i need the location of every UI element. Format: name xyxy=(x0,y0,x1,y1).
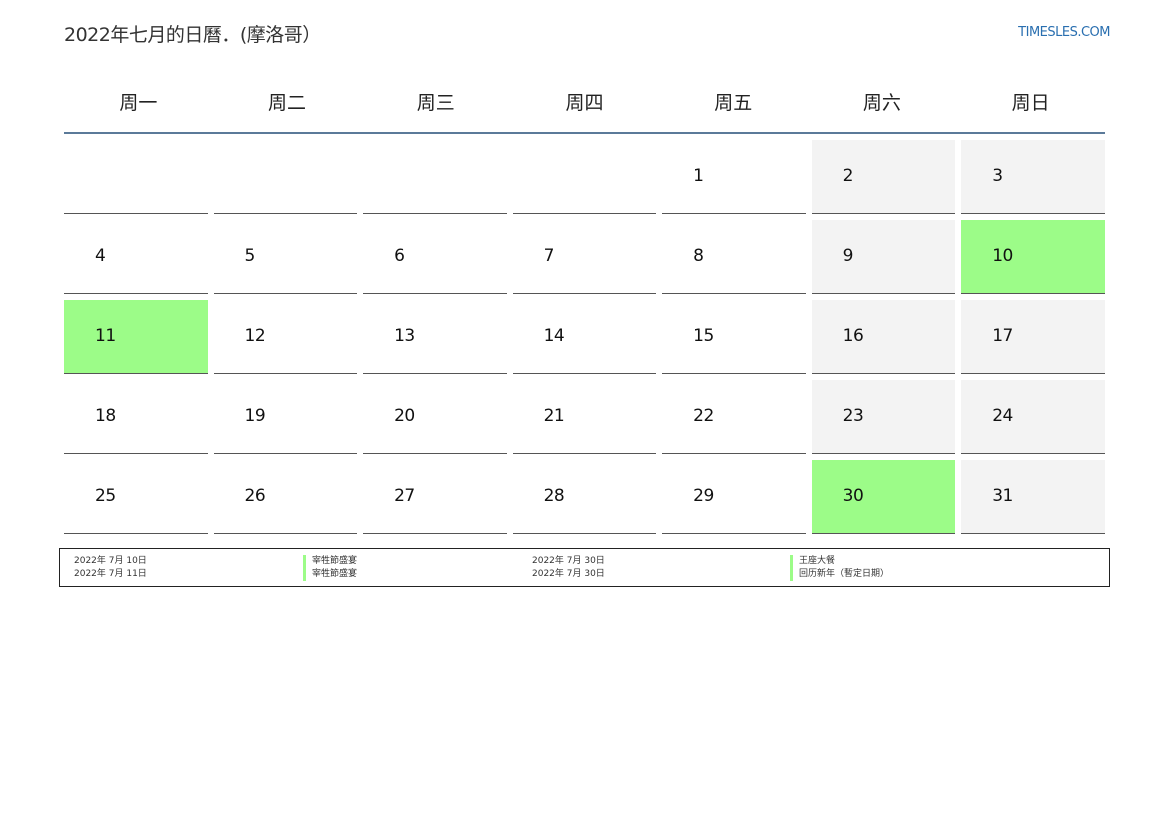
day-number: 8 xyxy=(693,246,704,266)
empty-day-cell xyxy=(512,140,657,214)
weekday-wed: 周三 xyxy=(416,91,455,114)
day-cell[interactable]: 11 xyxy=(64,300,208,374)
day-cell[interactable]: 19 xyxy=(213,380,358,454)
legend-holiday-name: 回历新年（暫定日期） xyxy=(790,568,1109,581)
day-cell[interactable]: 27 xyxy=(363,460,507,534)
weekday-header-row: 周一 周二 周三 周四 周五 周六 周日 xyxy=(64,70,1105,134)
day-cell[interactable]: 5 xyxy=(213,220,358,294)
day-number: 27 xyxy=(394,486,415,506)
legend-holiday-name: 宰牲節盛宴 xyxy=(303,555,532,568)
day-number: 24 xyxy=(992,406,1013,426)
day-number: 4 xyxy=(95,246,106,266)
day-number: 5 xyxy=(244,246,256,266)
empty-day-cell xyxy=(363,140,507,214)
day-number: 10 xyxy=(992,246,1013,266)
weekday-sat: 周六 xyxy=(862,91,901,114)
day-cell[interactable]: 14 xyxy=(512,300,657,374)
day-cell[interactable]: 23 xyxy=(811,380,956,454)
empty-day-cell xyxy=(213,140,358,214)
legend-date: 2022年 7月 10日 xyxy=(74,556,147,566)
day-cell[interactable]: 24 xyxy=(961,380,1105,454)
day-cell[interactable]: 29 xyxy=(662,460,806,534)
day-number: 11 xyxy=(95,326,116,346)
day-number: 12 xyxy=(244,326,266,346)
day-cell[interactable]: 6 xyxy=(363,220,507,294)
day-number: 7 xyxy=(543,246,555,266)
day-cell[interactable]: 26 xyxy=(213,460,358,534)
day-cell[interactable]: 7 xyxy=(512,220,657,294)
day-cell[interactable]: 12 xyxy=(213,300,358,374)
day-cell[interactable]: 3 xyxy=(961,140,1105,214)
day-number: 16 xyxy=(842,326,864,346)
day-cell[interactable]: 25 xyxy=(64,460,208,534)
day-cell[interactable]: 13 xyxy=(363,300,507,374)
day-number: 23 xyxy=(842,406,864,426)
day-number: 9 xyxy=(842,246,854,266)
legend-holiday-name: 宰牲節盛宴 xyxy=(303,568,532,581)
day-cell[interactable]: 20 xyxy=(363,380,507,454)
legend-holiday-name: 王座大餐 xyxy=(790,555,1109,568)
day-cell[interactable]: 4 xyxy=(64,220,208,294)
day-number: 19 xyxy=(244,406,266,426)
calendar-grid: 1 2 3 4 5 6 7 8 9 10 11 12 13 14 15 16 17 18 19 20 21 22 23 24 2… xyxy=(64,140,1105,534)
day-cell[interactable]: 15 xyxy=(662,300,806,374)
day-number: 21 xyxy=(543,406,565,426)
day-number: 13 xyxy=(394,326,415,346)
weekday-tue: 周二 xyxy=(268,91,307,114)
legend-names-col-b: 王座大餐 回历新年（暫定日期） xyxy=(790,555,1109,586)
weekday-sun: 周日 xyxy=(1011,91,1050,114)
day-number: 31 xyxy=(992,486,1013,506)
day-number: 22 xyxy=(693,406,714,426)
day-number: 18 xyxy=(95,406,116,426)
day-cell[interactable]: 21 xyxy=(512,380,657,454)
day-cell[interactable]: 8 xyxy=(662,220,806,294)
day-number: 1 xyxy=(693,166,704,186)
page-title: 2022年七月的日曆．(摩洛哥） xyxy=(64,24,321,46)
weekday-thu: 周四 xyxy=(565,91,604,114)
day-cell[interactable]: 2 xyxy=(811,140,956,214)
legend-date: 2022年 7月 30日 xyxy=(532,556,605,566)
legend-dates-col-a: 2022年 7月 10日 2022年 7月 11日 xyxy=(74,555,303,586)
legend-names-col-a: 宰牲節盛宴 宰牲節盛宴 xyxy=(303,555,532,586)
day-cell[interactable]: 17 xyxy=(961,300,1105,374)
legend-date: 2022年 7月 11日 xyxy=(74,569,147,579)
day-number: 30 xyxy=(842,486,864,506)
day-number: 17 xyxy=(992,326,1013,346)
day-cell[interactable]: 9 xyxy=(811,220,956,294)
legend-date: 2022年 7月 30日 xyxy=(532,569,605,579)
site-link[interactable]: TIMESLES.COM xyxy=(1018,25,1110,40)
day-number: 6 xyxy=(394,246,405,266)
day-number: 3 xyxy=(992,166,1003,186)
day-cell[interactable]: 30 xyxy=(811,460,956,534)
day-cell[interactable]: 18 xyxy=(64,380,208,454)
day-cell[interactable]: 28 xyxy=(512,460,657,534)
day-number: 20 xyxy=(394,406,415,426)
day-number: 26 xyxy=(244,486,266,506)
day-cell[interactable]: 10 xyxy=(961,220,1105,294)
day-number: 28 xyxy=(543,486,565,506)
weekday-fri: 周五 xyxy=(714,91,753,114)
legend-dates-col-b: 2022年 7月 30日 2022年 7月 30日 xyxy=(532,555,790,586)
day-number: 15 xyxy=(693,326,714,346)
holiday-legend: 2022年 7月 10日 2022年 7月 11日 宰牲節盛宴 宰牲節盛宴 20… xyxy=(59,548,1110,587)
day-number: 14 xyxy=(543,326,565,346)
day-number: 2 xyxy=(842,166,854,186)
day-number: 29 xyxy=(693,486,714,506)
day-cell[interactable]: 1 xyxy=(662,140,806,214)
day-cell[interactable]: 22 xyxy=(662,380,806,454)
day-cell[interactable]: 31 xyxy=(961,460,1105,534)
day-number: 25 xyxy=(95,486,116,506)
empty-day-cell xyxy=(64,140,208,214)
day-cell[interactable]: 16 xyxy=(811,300,956,374)
weekday-mon: 周一 xyxy=(119,91,158,114)
